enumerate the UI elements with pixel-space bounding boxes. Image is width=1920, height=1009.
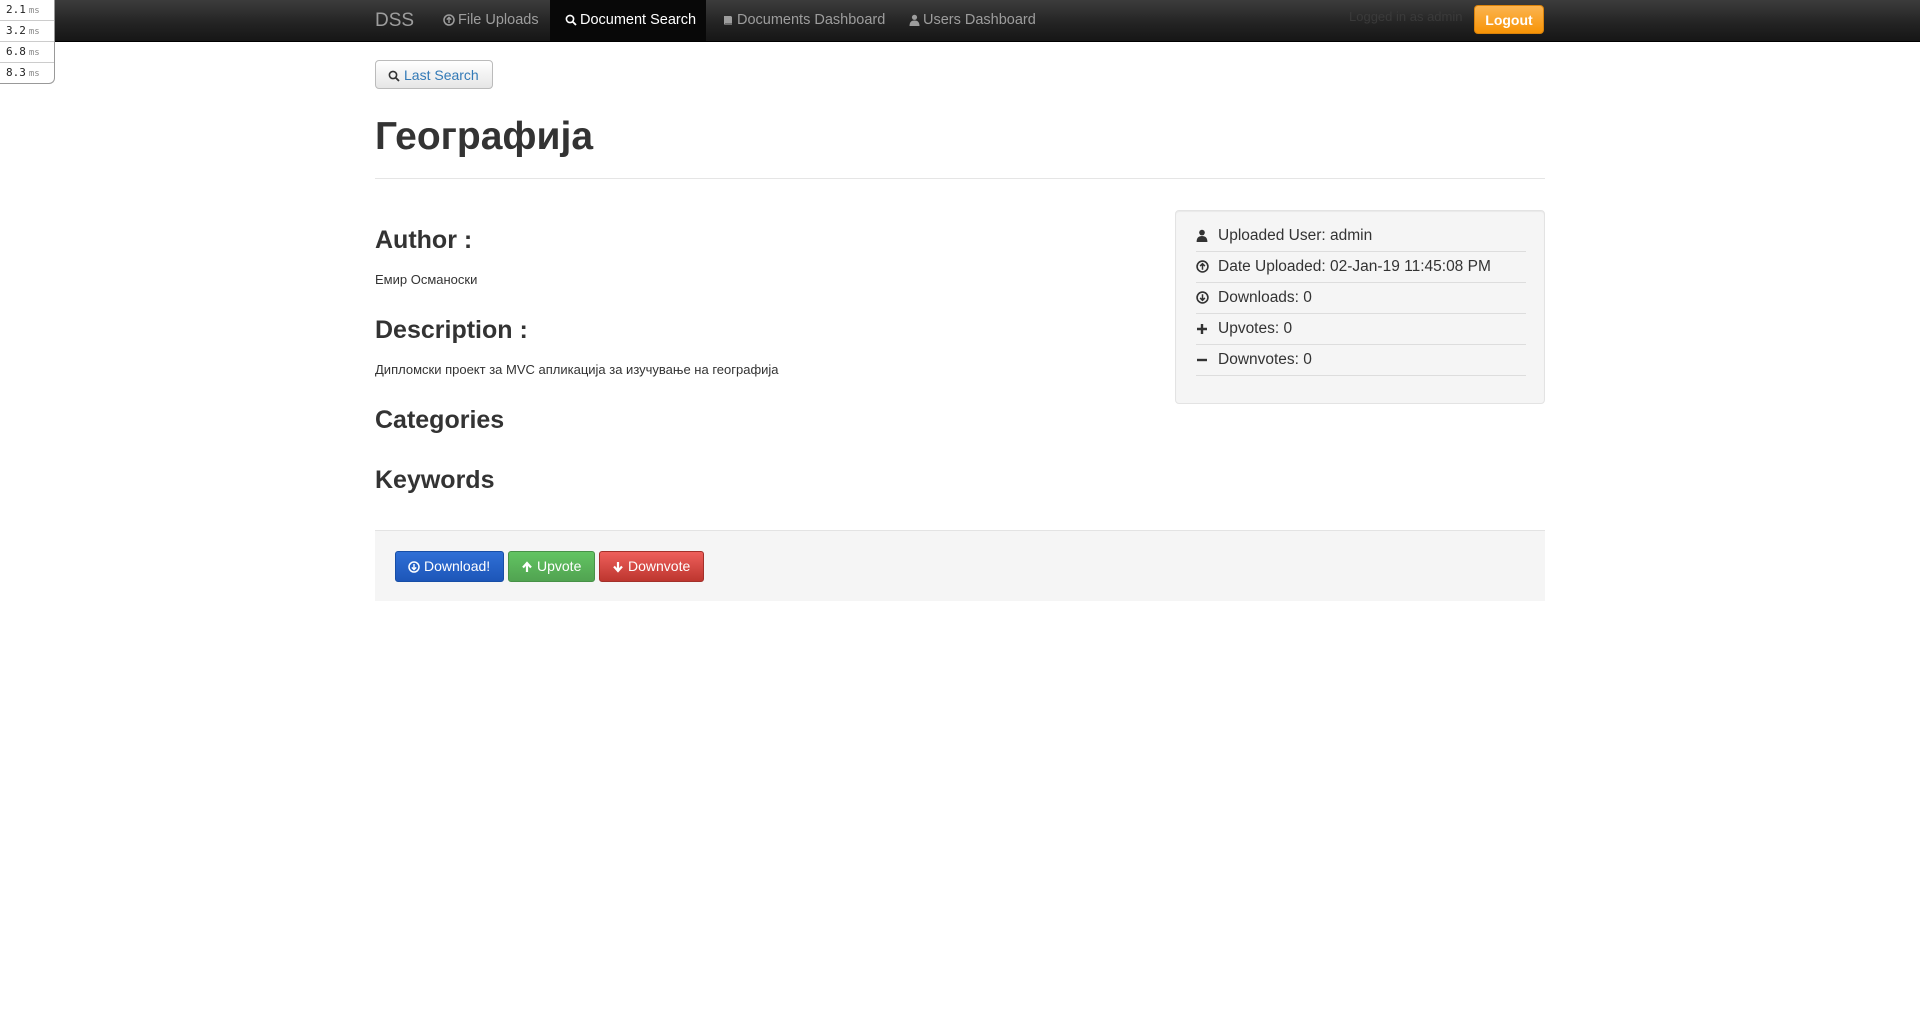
book-icon: [722, 14, 734, 26]
info-downloads-text: Downloads: 0: [1218, 289, 1312, 306]
top-navbar: DSS File Uploads Document Search Documen…: [0, 0, 1920, 42]
minus-icon: [1196, 354, 1212, 366]
keywords-heading: Keywords: [375, 466, 495, 494]
downvote-button[interactable]: Downvote: [599, 551, 704, 582]
document-info-panel: Uploaded User: admin Date Uploaded: 02-J…: [1175, 210, 1545, 404]
arrow-down-icon: [612, 554, 624, 583]
arrow-up-icon: [521, 554, 533, 583]
nav-file-uploads-label: File Uploads: [458, 12, 539, 28]
last-search-label: Last Search: [404, 67, 479, 83]
user-icon: [1196, 229, 1212, 242]
timing-widget[interactable]: 2.1 ms 3.2 ms 6.8 ms 8.3 ms: [0, 0, 55, 84]
brand-link[interactable]: DSS: [375, 0, 414, 41]
nav-document-search-label: Document Search: [580, 12, 697, 28]
timing-unit: ms: [28, 69, 40, 79]
info-upvotes: Upvotes: 0: [1196, 314, 1526, 345]
categories-heading: Categories: [375, 406, 505, 434]
last-search-button[interactable]: Last Search: [375, 60, 493, 89]
timing-unit: ms: [28, 27, 40, 37]
downvote-button-label: Downvote: [628, 558, 691, 574]
action-well: Download! Upvote Downvote: [375, 530, 1545, 601]
nav-users-dashboard-label: Users Dashboard: [923, 12, 1036, 28]
arrow-circle-up-icon: [1196, 260, 1212, 273]
timing-value: 8.3: [6, 66, 26, 79]
user-icon: [909, 14, 920, 27]
timing-value: 6.8: [6, 45, 26, 58]
info-date-uploaded-text: Date Uploaded: 02-Jan-19 11:45:08 PM: [1218, 258, 1491, 275]
search-icon: [565, 14, 577, 26]
description-value: Дипломски проект за MVC апликација за из…: [375, 362, 779, 377]
upvote-button[interactable]: Upvote: [508, 551, 595, 582]
info-downvotes: Downvotes: 0: [1196, 345, 1526, 376]
timing-row: 8.3 ms: [0, 63, 54, 83]
page-title: Географија: [375, 115, 594, 158]
timing-value: 3.2: [6, 24, 26, 37]
nav-document-search[interactable]: Document Search: [550, 0, 706, 41]
logout-button[interactable]: Logout: [1474, 5, 1544, 34]
info-downloads: Downloads: 0: [1196, 283, 1526, 314]
info-uploaded-user: Uploaded User: admin: [1196, 221, 1526, 252]
nav-documents-dashboard[interactable]: Documents Dashboard: [707, 0, 900, 41]
download-button-label: Download!: [424, 558, 491, 574]
info-upvotes-text: Upvotes: 0: [1218, 320, 1293, 337]
info-uploaded-user-text: Uploaded User: admin: [1218, 227, 1373, 244]
arrow-circle-down-icon: [1196, 291, 1212, 304]
arrow-circle-down-icon: [408, 554, 420, 583]
author-value: Емир Османоски: [375, 272, 478, 287]
timing-row: 3.2 ms: [0, 21, 54, 42]
title-divider: [375, 178, 1545, 179]
arrow-circle-up-icon: [443, 14, 455, 26]
search-icon: [388, 63, 400, 91]
nav-documents-dashboard-label: Documents Dashboard: [737, 12, 886, 28]
upvote-button-label: Upvote: [537, 558, 582, 574]
download-button[interactable]: Download!: [395, 551, 504, 582]
description-heading: Description :: [375, 316, 528, 344]
timing-row: 6.8 ms: [0, 42, 54, 63]
timing-value: 2.1: [6, 3, 26, 16]
info-date-uploaded: Date Uploaded: 02-Jan-19 11:45:08 PM: [1196, 252, 1526, 283]
timing-unit: ms: [28, 6, 40, 16]
timing-unit: ms: [28, 48, 40, 58]
plus-icon: [1196, 323, 1212, 335]
info-downvotes-text: Downvotes: 0: [1218, 351, 1312, 368]
timing-row: 2.1 ms: [0, 0, 54, 21]
nav-users-dashboard[interactable]: Users Dashboard: [894, 0, 1051, 41]
nav-file-uploads[interactable]: File Uploads: [428, 0, 554, 41]
login-status-text: Logged in as admin: [1349, 9, 1463, 24]
author-heading: Author :: [375, 226, 473, 254]
